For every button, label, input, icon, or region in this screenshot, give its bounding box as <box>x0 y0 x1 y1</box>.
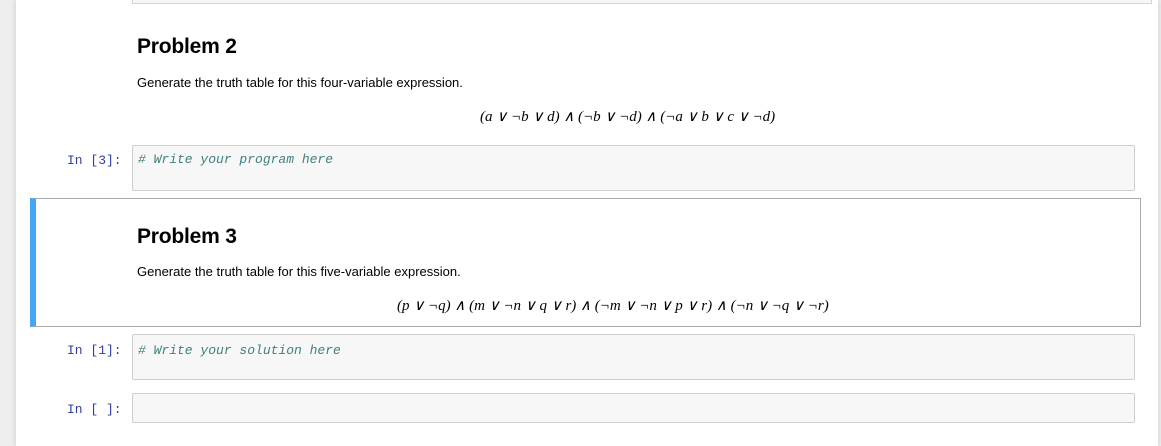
cell-prompt-3: In [3]: <box>67 153 122 168</box>
problem-3-heading: Problem 3 <box>137 225 237 248</box>
markdown-cell-problem-3[interactable]: Problem 3 Generate the truth table for t… <box>30 198 1141 327</box>
problem-2-expression: (a ∨ ¬b ∨ d) ∧ (¬b ∨ ¬d) ∧ (¬a ∨ b ∨ c ∨… <box>480 109 776 125</box>
previous-code-cell[interactable] <box>132 0 1152 4</box>
problem-3-expression: (p ∨ ¬q) ∧ (m ∨ ¬n ∨ q ∨ r) ∧ (¬m ∨ ¬n ∨… <box>397 298 829 314</box>
code-comment-3: # Write your program here <box>138 152 334 167</box>
code-cell-empty[interactable] <box>132 393 1135 423</box>
markdown-cell-problem-2[interactable]: Problem 2 Generate the truth table for t… <box>16 20 1142 135</box>
code-comment-1: # Write your solution here <box>138 343 341 358</box>
problem-2-heading: Problem 2 <box>137 35 237 58</box>
cell-prompt-empty: In [ ]: <box>67 402 122 417</box>
code-cell-1[interactable]: # Write your solution here <box>132 334 1135 380</box>
cell-prompt-1: In [1]: <box>67 343 122 358</box>
code-cell-3[interactable]: # Write your program here <box>132 145 1135 191</box>
problem-3-description: Generate the truth table for this five-v… <box>137 264 461 279</box>
notebook-container: Problem 2 Generate the truth table for t… <box>16 0 1158 446</box>
problem-2-description: Generate the truth table for this four-v… <box>137 75 463 90</box>
